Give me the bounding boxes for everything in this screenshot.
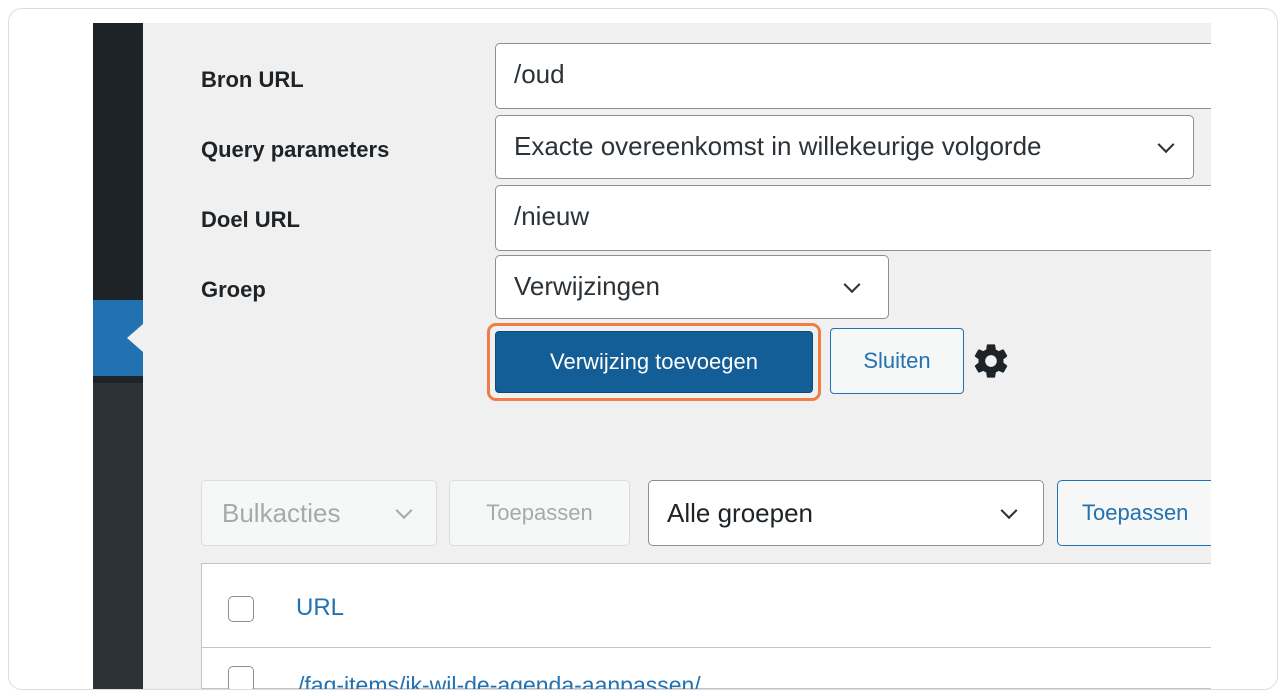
query-parameters-value: Exacte overeenkomst in willekeurige volg… xyxy=(514,131,1042,161)
active-menu-pointer xyxy=(127,324,143,352)
query-parameters-select[interactable]: Exacte overeenkomst in willekeurige volg… xyxy=(495,115,1194,179)
chevron-down-icon xyxy=(1000,502,1018,520)
admin-sidebar-lower xyxy=(93,383,143,689)
add-redirect-button[interactable]: Verwijzing toevoegen xyxy=(495,331,813,393)
chevron-down-icon xyxy=(1157,136,1175,154)
select-all-checkbox[interactable] xyxy=(228,596,254,622)
table-row: /faq-items/ik-wil-de-agenda-aanpassen/ xyxy=(202,648,1211,689)
source-url-input[interactable]: /oud xyxy=(495,43,1211,109)
apply-filter-button[interactable]: Toepassen xyxy=(1057,480,1211,546)
group-label: Groep xyxy=(201,277,266,302)
redirection-panel: Bron URL /oud Query parameters Exacte ov… xyxy=(93,23,1211,689)
apply-bulk-button[interactable]: Toepassen xyxy=(449,480,630,546)
group-select[interactable]: Verwijzingen xyxy=(495,255,889,319)
group-value: Verwijzingen xyxy=(514,271,660,301)
bulk-actions-select[interactable]: Bulkacties xyxy=(201,480,437,546)
chevron-down-icon xyxy=(843,276,861,294)
redirects-table: URL /faq-items/ik-wil-de-agenda-aanpasse… xyxy=(201,563,1211,689)
bulk-actions-value: Bulkacties xyxy=(222,498,341,528)
source-url-value: /oud xyxy=(514,59,565,89)
admin-sidebar xyxy=(93,23,143,689)
url-column-header[interactable]: URL xyxy=(296,594,344,622)
target-url-label: Doel URL xyxy=(201,207,300,232)
target-url-input[interactable]: /nieuw xyxy=(495,185,1211,251)
group-filter-select[interactable]: Alle groepen xyxy=(648,480,1044,546)
query-parameters-label: Query parameters xyxy=(201,137,390,162)
row-checkbox[interactable] xyxy=(228,666,254,689)
close-button[interactable]: Sluiten xyxy=(830,328,964,394)
table-header-row: URL xyxy=(202,564,1211,648)
screenshot-frame: Bron URL /oud Query parameters Exacte ov… xyxy=(8,8,1278,690)
source-url-label: Bron URL xyxy=(201,67,304,92)
row-url-link[interactable]: /faq-items/ik-wil-de-agenda-aanpassen/ xyxy=(298,672,701,689)
gear-icon[interactable] xyxy=(971,341,1011,381)
group-filter-value: Alle groepen xyxy=(667,498,813,528)
chevron-down-icon xyxy=(395,502,413,520)
target-url-value: /nieuw xyxy=(514,201,590,231)
